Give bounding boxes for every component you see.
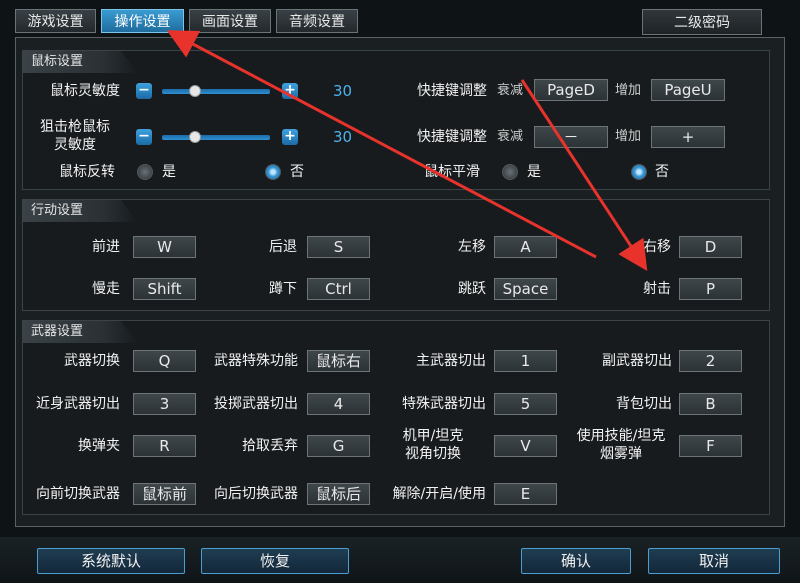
hotkey2-increase-label: 增加 [615, 129, 642, 144]
weapon-label-12: 向前切换武器 [36, 486, 120, 502]
weapon-label-10-line1: 机甲/坦克 [402, 428, 464, 444]
hotkey1-increase-key[interactable]: PageU [651, 79, 725, 101]
movement-label-6: 跳跃 [458, 281, 486, 297]
sniper-sensitivity-slider[interactable] [162, 135, 270, 140]
weapon-label-11: 使用技能/坦克 烟雾弹 [570, 427, 672, 463]
hotkey2-decrease-key[interactable]: － [534, 126, 608, 148]
mouse-settings-title: 鼠标设置 [23, 51, 138, 73]
confirm-button[interactable]: 确认 [521, 548, 631, 574]
hotkey1-decrease-label: 衰减 [497, 83, 524, 98]
movement-label-1: 后退 [269, 239, 297, 255]
weapon-key-8[interactable]: R [133, 435, 196, 457]
weapon-key-14[interactable]: E [494, 483, 557, 505]
weapon-key-2[interactable]: 1 [494, 350, 557, 372]
hotkey1-increase-label: 增加 [615, 83, 642, 98]
movement-label-7: 射击 [643, 281, 671, 297]
tab-display-settings[interactable]: 画面设置 [189, 9, 271, 33]
smooth-no-radio[interactable] [631, 164, 647, 180]
movement-key-2[interactable]: A [494, 236, 557, 258]
sniper-label-line1: 狙击枪鼠标 [40, 119, 110, 135]
weapon-label-13: 向后切换武器 [214, 486, 298, 502]
weapon-label-10: 机甲/坦克视角切换 [380, 427, 486, 463]
weapon-label-0: 武器切换 [64, 353, 120, 369]
weapon-label-14: 解除/开启/使用 [392, 486, 486, 502]
weapon-key-13[interactable]: 鼠标后 [307, 483, 370, 505]
hotkey-adjust-label-2: 快捷键调整 [417, 129, 487, 145]
weapon-label-4: 近身武器切出 [36, 396, 120, 412]
weapon-label-7: 背包切出 [616, 396, 672, 412]
weapon-label-2: 主武器切出 [416, 353, 486, 369]
movement-settings-title: 行动设置 [23, 200, 138, 222]
tab-game-settings[interactable]: 游戏设置 [15, 9, 96, 33]
weapon-key-4[interactable]: 3 [133, 393, 196, 415]
movement-label-0: 前进 [92, 239, 120, 255]
weapon-key-12[interactable]: 鼠标前 [133, 483, 196, 505]
hotkey2-increase-key[interactable]: + [651, 126, 725, 148]
system-default-button[interactable]: 系统默认 [37, 548, 185, 574]
weapon-key-5[interactable]: 4 [307, 393, 370, 415]
hotkey-adjust-label-1: 快捷键调整 [417, 83, 487, 99]
decrease-sensitivity-button[interactable]: − [136, 83, 152, 99]
movement-key-6[interactable]: Space [494, 278, 557, 300]
movement-label-3: 右移 [643, 239, 671, 255]
increase-sensitivity-button[interactable]: + [282, 83, 298, 99]
weapon-label-11-line2: 烟雾弹 [600, 446, 642, 462]
decrease-sniper-sensitivity-button[interactable]: − [136, 129, 152, 145]
second-password-button[interactable]: 二级密码 [642, 9, 762, 35]
increase-sniper-sensitivity-button[interactable]: + [282, 129, 298, 145]
weapon-key-9[interactable]: G [307, 435, 370, 457]
weapon-key-0[interactable]: Q [133, 350, 196, 372]
weapon-label-9: 拾取丢弃 [242, 438, 298, 454]
sensitivity-value: 30 [333, 82, 353, 100]
movement-key-5[interactable]: Ctrl [307, 278, 370, 300]
weapon-key-1[interactable]: 鼠标右 [307, 350, 370, 372]
tab-control-settings[interactable]: 操作设置 [101, 9, 184, 33]
invert-no-radio[interactable] [265, 164, 281, 180]
mouse-invert-label: 鼠标反转 [59, 164, 115, 180]
sniper-label-line2: 灵敏度 [54, 137, 96, 153]
movement-key-0[interactable]: W [133, 236, 196, 258]
movement-label-5: 蹲下 [269, 281, 297, 297]
weapon-key-3[interactable]: 2 [679, 350, 742, 372]
sensitivity-slider-handle[interactable] [189, 85, 201, 97]
sniper-sensitivity-label: 狙击枪鼠标 灵敏度 [20, 118, 130, 154]
smooth-no-label: 否 [655, 164, 669, 180]
tab-audio-settings[interactable]: 音频设置 [276, 9, 358, 33]
smooth-yes-radio[interactable] [502, 164, 518, 180]
movement-key-1[interactable]: S [307, 236, 370, 258]
weapon-label-11-line1: 使用技能/坦克 [576, 428, 666, 444]
weapon-label-1: 武器特殊功能 [214, 353, 298, 369]
invert-yes-label: 是 [162, 164, 176, 180]
movement-key-7[interactable]: P [679, 278, 742, 300]
movement-key-3[interactable]: D [679, 236, 742, 258]
weapon-label-3: 副武器切出 [602, 353, 672, 369]
weapon-label-5: 投掷武器切出 [214, 396, 298, 412]
hotkey1-decrease-key[interactable]: PageD [534, 79, 608, 101]
weapon-label-8: 换弹夹 [78, 438, 120, 454]
weapon-key-10[interactable]: V [494, 435, 557, 457]
mouse-sensitivity-label: 鼠标灵敏度 [50, 83, 120, 99]
invert-yes-radio[interactable] [137, 164, 153, 180]
mouse-smooth-label: 鼠标平滑 [424, 164, 480, 180]
movement-label-4: 慢走 [92, 281, 120, 297]
sensitivity-slider[interactable] [162, 89, 270, 94]
weapon-label-6: 特殊武器切出 [402, 396, 486, 412]
movement-label-2: 左移 [458, 239, 486, 255]
smooth-yes-label: 是 [527, 164, 541, 180]
movement-key-4[interactable]: Shift [133, 278, 196, 300]
sniper-slider-handle[interactable] [189, 131, 201, 143]
sniper-sensitivity-value: 30 [333, 128, 353, 146]
cancel-button[interactable]: 取消 [648, 548, 780, 574]
weapon-key-7[interactable]: B [679, 393, 742, 415]
weapon-key-11[interactable]: F [679, 435, 742, 457]
weapon-key-6[interactable]: 5 [494, 393, 557, 415]
invert-no-label: 否 [290, 164, 304, 180]
weapon-label-10-line2: 视角切换 [405, 446, 461, 462]
restore-button[interactable]: 恢复 [201, 548, 349, 574]
hotkey2-decrease-label: 衰减 [497, 129, 524, 144]
weapon-settings-title: 武器设置 [23, 321, 138, 343]
